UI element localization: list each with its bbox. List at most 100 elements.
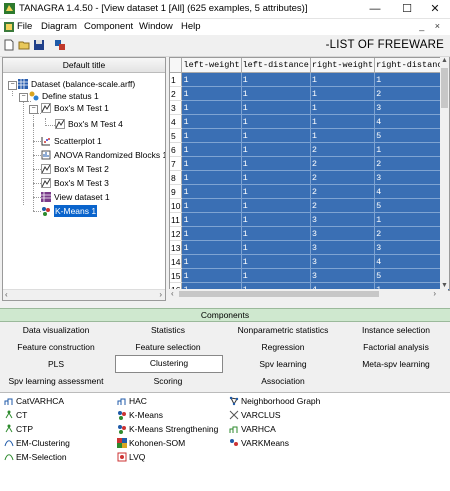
table-cell[interactable]: 1 xyxy=(181,226,242,241)
menu-file[interactable]: File xyxy=(17,21,32,32)
close-button[interactable]: ✕ xyxy=(420,0,450,18)
component-varkmeans[interactable]: VARKMeans xyxy=(229,437,289,449)
table-cell[interactable]: 5 xyxy=(374,198,449,213)
table-row[interactable]: 61121 xyxy=(170,142,449,157)
table-row[interactable]: 11111 xyxy=(170,72,449,87)
table-cell[interactable]: 2 xyxy=(310,170,376,185)
tab-meta-spv-learning[interactable]: Meta-spv learning xyxy=(342,356,450,372)
table-cell[interactable]: 1 xyxy=(241,142,311,157)
table-cell[interactable]: 1 xyxy=(181,184,242,199)
table-cell[interactable]: 1 xyxy=(181,254,242,269)
tab-data-visualization[interactable]: Data visualization xyxy=(0,322,112,338)
table-cell[interactable]: 1 xyxy=(310,114,376,129)
table-cell[interactable]: 1 xyxy=(310,100,376,115)
table-cell[interactable]: 1 xyxy=(241,198,311,213)
collapse-toggle-dataset[interactable]: − xyxy=(8,81,17,90)
table-cell[interactable]: 1 xyxy=(310,72,376,87)
table-cell[interactable]: 1 xyxy=(181,114,242,129)
table-row[interactable]: 21112 xyxy=(170,86,449,101)
tab-statistics[interactable]: Statistics xyxy=(112,322,224,338)
table-cell[interactable]: 2 xyxy=(374,86,449,101)
table-cell[interactable]: 1 xyxy=(310,128,376,143)
table-cell[interactable]: 4 xyxy=(374,254,449,269)
table-cell[interactable]: 3 xyxy=(310,212,376,227)
tree-node-boxm-test-3[interactable]: Box's M Test 3 xyxy=(41,177,109,189)
tab-feature-selection[interactable]: Feature selection xyxy=(112,339,224,355)
tab-scoring[interactable]: Scoring xyxy=(112,373,224,389)
tab-spv-learning-assessment[interactable]: Spv learning assessment xyxy=(0,373,112,389)
table-cell[interactable]: 1 xyxy=(181,156,242,171)
table-cell[interactable]: 1 xyxy=(181,240,242,255)
table-cell[interactable]: 1 xyxy=(241,226,311,241)
component-neighborhood-graph[interactable]: Neighborhood Graph xyxy=(229,395,320,407)
column-header[interactable]: left-weight xyxy=(181,58,242,73)
table-cell[interactable]: 3 xyxy=(374,100,449,115)
table-row[interactable]: 31113 xyxy=(170,100,449,115)
table-cell[interactable]: 1 xyxy=(181,100,242,115)
table-cell[interactable]: 5 xyxy=(374,268,449,283)
tree-node-anova[interactable]: ANOVA Randomized Blocks 1 xyxy=(41,149,165,161)
table-cell[interactable]: 1 xyxy=(241,254,311,269)
tree-node-view-dataset[interactable]: View dataset 1 xyxy=(41,191,110,203)
mdi-window-controls[interactable]: _ × xyxy=(419,21,444,31)
tree-node-dataset[interactable]: Dataset (balance-scale.arff) xyxy=(18,78,135,90)
save-icon[interactable] xyxy=(33,39,45,51)
component-kmeans[interactable]: K-Means xyxy=(117,409,163,421)
collapse-toggle-define-status[interactable]: − xyxy=(19,93,28,102)
table-row[interactable]: 91124 xyxy=(170,184,449,199)
table-cell[interactable]: 1 xyxy=(181,72,242,87)
table-row[interactable]: 41114 xyxy=(170,114,449,129)
table-cell[interactable]: 2 xyxy=(310,184,376,199)
tab-feature-construction[interactable]: Feature construction xyxy=(0,339,112,355)
table-cell[interactable]: 4 xyxy=(374,184,449,199)
table-cell[interactable]: 1 xyxy=(241,114,311,129)
table-row[interactable]: 11 1 1 3 1 xyxy=(170,212,449,227)
component-hac[interactable]: HAC xyxy=(117,395,147,407)
component-kohonen-som[interactable]: Kohonen-SOM xyxy=(117,437,185,449)
table-cell[interactable]: 3 xyxy=(310,268,376,283)
table-cell[interactable]: 3 xyxy=(310,254,376,269)
tab-clustering[interactable]: Clustering xyxy=(115,355,223,373)
minimize-button[interactable]: — xyxy=(360,0,390,18)
tree-node-kmeans[interactable]: K-Means 1 xyxy=(41,205,98,217)
table-row[interactable]: 81123 xyxy=(170,170,449,185)
tree-horizontal-scrollbar[interactable]: ‹ › xyxy=(3,289,165,300)
table-cell[interactable]: 1 xyxy=(181,86,242,101)
grid-vertical-scrollbar[interactable]: ▲ ▼ xyxy=(440,57,449,289)
table-cell[interactable]: 3 xyxy=(374,170,449,185)
tab-instance-selection[interactable]: Instance selection xyxy=(342,322,450,338)
tree-node-boxm-test-4[interactable]: Box's M Test 4 xyxy=(55,118,123,130)
tab-pls[interactable]: PLS xyxy=(0,356,112,372)
component-em-selection[interactable]: EM-Selection xyxy=(4,451,67,463)
table-row[interactable]: 13 1 1 3 3 xyxy=(170,240,449,255)
component-ct[interactable]: CT xyxy=(4,409,27,421)
maximize-button[interactable]: ☐ xyxy=(392,0,422,18)
grid-horizontal-scrollbar[interactable]: ‹ › xyxy=(169,289,448,299)
table-cell[interactable]: 1 xyxy=(374,72,449,87)
table-cell[interactable]: 1 xyxy=(241,100,311,115)
table-cell[interactable]: 2 xyxy=(374,226,449,241)
table-cell[interactable]: 3 xyxy=(374,240,449,255)
tab-factorial-analysis[interactable]: Factorial analysis xyxy=(342,339,450,355)
tab-regression[interactable]: Regression xyxy=(224,339,342,355)
table-cell[interactable]: 1 xyxy=(181,142,242,157)
menu-help[interactable]: Help xyxy=(181,21,201,32)
table-cell[interactable]: 1 xyxy=(241,184,311,199)
table-cell[interactable]: 5 xyxy=(374,128,449,143)
tree-node-define-status[interactable]: Define status 1 xyxy=(29,90,99,102)
table-cell[interactable]: 2 xyxy=(374,156,449,171)
table-cell[interactable]: 1 xyxy=(181,198,242,213)
table-row[interactable]: 71122 xyxy=(170,156,449,171)
table-cell[interactable]: 3 xyxy=(310,240,376,255)
open-folder-icon[interactable] xyxy=(18,39,30,51)
table-cell[interactable]: 1 xyxy=(181,268,242,283)
menu-diagram[interactable]: Diagram xyxy=(41,21,77,32)
table-row[interactable]: 12 1 1 3 2 xyxy=(170,226,449,241)
table-cell[interactable]: 1 xyxy=(241,128,311,143)
table-cell[interactable]: 2 xyxy=(310,156,376,171)
table-row[interactable]: 51115 xyxy=(170,128,449,143)
table-cell[interactable]: 1 xyxy=(181,170,242,185)
tab-nonparametric-statistics[interactable]: Nonparametric statistics xyxy=(224,322,342,338)
table-cell[interactable]: 1 xyxy=(181,212,242,227)
column-header[interactable]: right-weight xyxy=(310,58,376,73)
